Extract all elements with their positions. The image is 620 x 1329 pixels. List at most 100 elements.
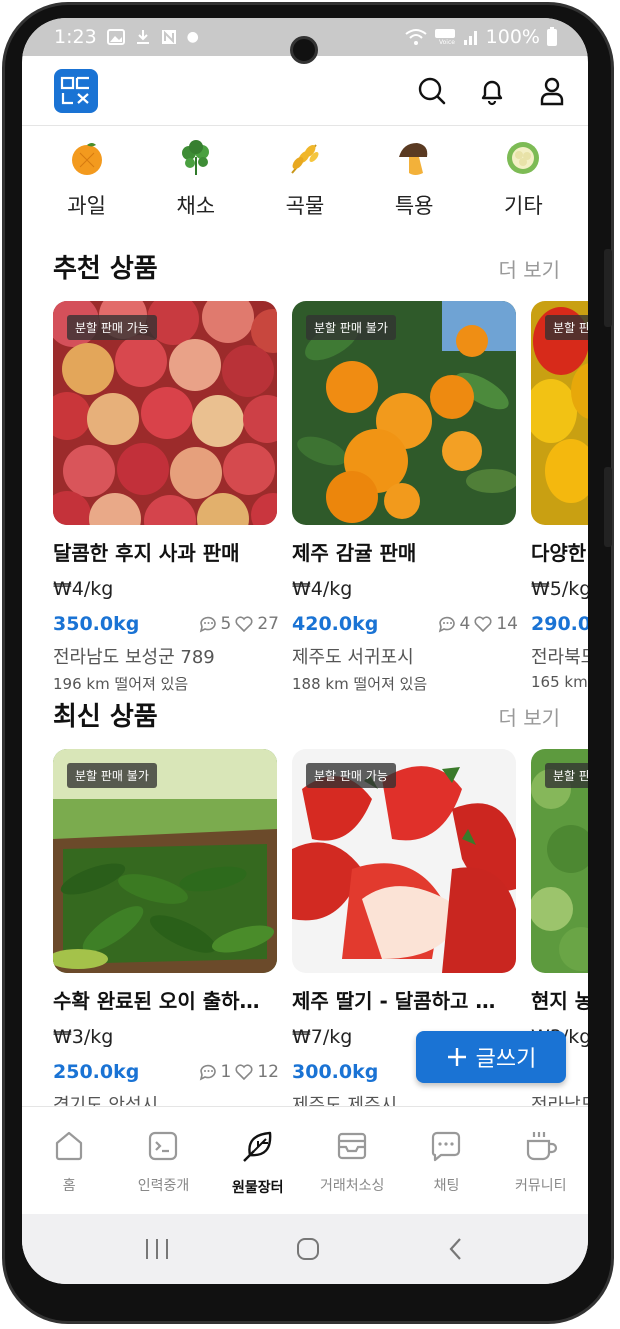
system-nav-bar <box>22 1214 588 1284</box>
cauliflower-icon <box>507 142 540 174</box>
search-icon <box>418 77 446 104</box>
svg-text:Voice: Voice <box>439 39 455 46</box>
category-bar: 과일 채소 곡물 특용 기타 <box>22 138 588 228</box>
product-weight: 420.0kg <box>292 613 379 635</box>
split-sale-badge: 분할 판 <box>545 763 588 788</box>
comment-count: 4 <box>459 614 471 634</box>
comment-count: 5 <box>220 614 232 634</box>
product-image-tangerines: 분할 판매 불가 <box>292 301 516 525</box>
coffee-icon <box>526 1132 557 1161</box>
app-bar <box>22 56 588 126</box>
heart-icon <box>474 616 492 633</box>
heart-icon <box>235 616 253 633</box>
comment-count: 1 <box>220 1062 232 1082</box>
product-title: 제주 딸기 - 달콤하고 … <box>292 989 496 1013</box>
image-icon <box>106 29 125 45</box>
leaf-icon <box>181 140 209 175</box>
nav-market[interactable]: 원물장터 <box>215 1129 301 1214</box>
recents-icon[interactable] <box>144 1237 170 1261</box>
product-title: 현지 농 <box>531 989 588 1013</box>
product-image-peppers: 분할 판 <box>531 301 588 525</box>
like-count: 14 <box>496 614 518 634</box>
leaf-outline-icon <box>242 1131 272 1162</box>
product-price: ₩4/kg <box>53 578 114 600</box>
product-weight: 350.0kg <box>53 613 140 635</box>
category-label: 곡물 <box>285 194 325 218</box>
product-distance: 188 km 떨어져 있음 <box>292 675 428 693</box>
product-card[interactable]: 분할 판매 불가 제주 감귤 판매 ₩4/kg 420.0kg 4 14 제주도… <box>292 301 518 694</box>
comment-icon <box>199 616 216 633</box>
category-etc[interactable]: 기타 <box>483 138 563 228</box>
comment-icon <box>199 1064 216 1081</box>
category-fruit[interactable]: 과일 <box>47 138 127 228</box>
nav-labor[interactable]: 인력중개 <box>120 1129 206 1214</box>
dot-icon: ● <box>186 29 199 45</box>
product-location: 전라남도 보성군 789 <box>53 647 215 668</box>
nav-home[interactable]: 홈 <box>26 1129 112 1214</box>
status-time: 1:23 <box>54 26 97 48</box>
hd-voice-icon: Voice <box>434 29 455 46</box>
product-title: 다양한 <box>531 541 587 565</box>
back-icon[interactable] <box>446 1236 466 1262</box>
product-image-cucumbers: 분할 판매 불가 <box>53 749 277 973</box>
category-label: 과일 <box>67 194 106 218</box>
category-vegetable[interactable]: 채소 <box>156 138 236 228</box>
user-icon <box>540 77 564 105</box>
product-image-greens: 분할 판 <box>531 749 588 973</box>
product-location: 제주도 서귀포시 <box>292 647 414 668</box>
product-image-strawberries: 분할 판매 가능 <box>292 749 516 973</box>
screen: 1:23 ● Voice 100% 과일 채소 곡물 특용 기타 추천 상품 더… <box>22 18 588 1284</box>
volume-button <box>604 249 612 327</box>
write-post-label: 글쓰기 <box>475 1047 537 1072</box>
home-icon <box>56 1131 83 1161</box>
search-button[interactable] <box>416 75 448 107</box>
app-logo[interactable] <box>54 68 98 113</box>
latest-title: 최신 상품 <box>53 702 158 732</box>
product-weight: 290.0k <box>531 613 588 635</box>
category-label: 특용 <box>394 194 434 218</box>
recommended-more-link[interactable]: 더 보기 <box>498 254 560 283</box>
grain-icon <box>291 144 319 174</box>
category-label: 채소 <box>176 194 216 218</box>
heart-icon <box>235 1064 253 1081</box>
download-icon <box>136 30 149 44</box>
product-distance: 196 km 떨어져 있음 <box>53 675 189 693</box>
category-special[interactable]: 특용 <box>374 138 454 228</box>
nav-label: 거래처소싱 <box>319 1178 385 1194</box>
nav-label: 인력중개 <box>137 1178 190 1194</box>
battery-icon <box>547 27 557 46</box>
signal-icon <box>463 31 477 45</box>
nav-label: 원물장터 <box>232 1180 284 1196</box>
nav-label: 홈 <box>62 1178 76 1194</box>
bell-icon <box>481 80 503 105</box>
product-card[interactable]: 분할 판매 가능 달콤한 후지 사과 판매 ₩4/kg 350.0kg 5 27… <box>53 301 279 694</box>
nav-sourcing[interactable]: 거래처소싱 <box>309 1129 395 1214</box>
orange-icon <box>71 143 102 175</box>
bottom-nav: 홈 인력중개 원물장터 거래처소싱 채팅 커뮤니티 <box>22 1106 588 1214</box>
product-card[interactable]: 분할 판매 불가 수확 완료된 오이 출하… ₩3/kg 250.0kg 1 1… <box>53 749 279 1117</box>
nav-label: 커뮤니티 <box>515 1178 567 1194</box>
plus-icon <box>447 1048 466 1066</box>
write-post-button[interactable]: 글쓰기 <box>416 1031 566 1083</box>
nav-chat[interactable]: 채팅 <box>403 1129 489 1214</box>
category-label: 기타 <box>504 194 543 218</box>
profile-button[interactable] <box>536 75 568 107</box>
product-title: 수확 완료된 오이 출하… <box>53 989 260 1013</box>
product-card-partial[interactable]: 분할 판 다양한 ₩5/kg 290.0k 전라북도 165 km <box>531 301 588 691</box>
comment-icon <box>438 616 455 633</box>
naver-icon <box>161 30 176 44</box>
split-sale-badge: 분할 판매 가능 <box>67 315 157 340</box>
battery-text: 100% <box>485 26 540 48</box>
notification-button[interactable] <box>476 75 508 107</box>
mushroom-icon <box>399 143 428 175</box>
nav-community[interactable]: 커뮤니티 <box>498 1129 584 1214</box>
like-count: 12 <box>257 1062 279 1082</box>
category-grain[interactable]: 곡물 <box>265 138 345 228</box>
nav-label: 채팅 <box>433 1178 460 1194</box>
latest-more-link[interactable]: 더 보기 <box>498 702 560 731</box>
product-price: ₩3/kg <box>53 1026 114 1048</box>
terminal-icon <box>149 1131 178 1161</box>
product-title: 달콤한 후지 사과 판매 <box>53 541 240 565</box>
product-location: 전라북도 <box>531 647 588 668</box>
home-button-icon[interactable] <box>295 1236 321 1262</box>
